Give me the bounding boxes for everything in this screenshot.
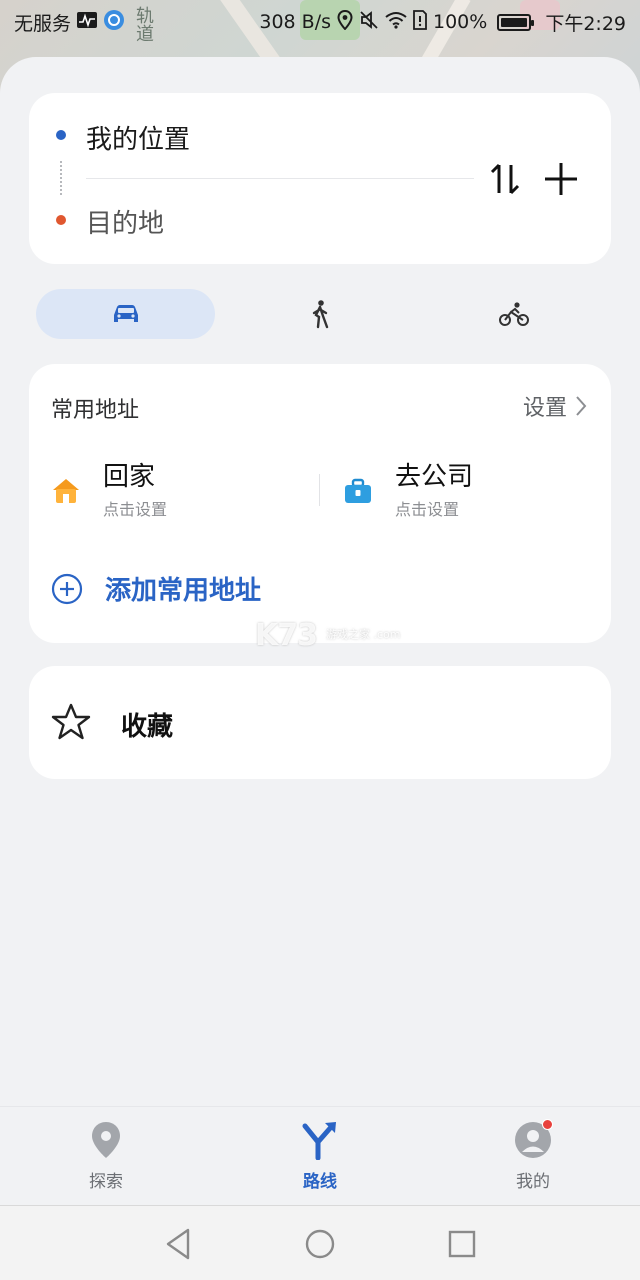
battery-fill bbox=[501, 17, 528, 27]
home-icon bbox=[53, 479, 79, 503]
favorites-label: 收藏 bbox=[121, 712, 174, 742]
bike-icon bbox=[499, 302, 529, 326]
tab-drive[interactable] bbox=[36, 289, 215, 339]
status-left: 无服务 bbox=[14, 9, 125, 36]
notification-badge bbox=[542, 1119, 553, 1130]
origin-dot bbox=[56, 130, 66, 140]
recents-button[interactable] bbox=[444, 1226, 480, 1262]
destination-input[interactable]: 目的地 bbox=[86, 203, 164, 240]
car-icon bbox=[113, 305, 138, 322]
nav-mine-icon-wrap bbox=[513, 1119, 553, 1161]
nav-mine-label: 我的 bbox=[516, 1172, 550, 1192]
address-separator bbox=[319, 474, 320, 506]
origin-input[interactable]: 我的位置 bbox=[86, 119, 190, 156]
work-address-item[interactable]: 去公司 点击设置 bbox=[343, 456, 593, 526]
address-settings-label: 设置 bbox=[522, 396, 567, 421]
mute-icon bbox=[359, 10, 379, 35]
watermark-subtext: 游戏之家 .com bbox=[326, 628, 401, 641]
briefcase-icon bbox=[345, 478, 371, 503]
add-common-address-label: 添加常用地址 bbox=[105, 576, 262, 606]
add-common-address-button[interactable]: 添加常用地址 bbox=[51, 570, 261, 607]
home-circle-icon bbox=[305, 1229, 335, 1259]
star-icon bbox=[51, 703, 91, 740]
status-bar: 无服务 308 B/s 100% 下午2:29 bbox=[0, 0, 640, 44]
recents-square-icon bbox=[448, 1230, 476, 1258]
chevron-right-icon bbox=[576, 396, 587, 416]
battery-text: 100% bbox=[433, 11, 488, 33]
favorites-card[interactable]: 收藏 bbox=[29, 666, 611, 779]
bottom-navigation: 探索 路线 我的 bbox=[0, 1106, 640, 1206]
nav-route-label: 路线 bbox=[303, 1172, 337, 1192]
home-subtitle: 点击设置 bbox=[103, 500, 168, 519]
wifi-icon bbox=[385, 11, 407, 34]
back-button[interactable] bbox=[160, 1226, 196, 1262]
work-title: 去公司 bbox=[395, 462, 474, 492]
plus-icon bbox=[545, 163, 577, 195]
add-waypoint-button[interactable] bbox=[541, 157, 581, 201]
address-settings-button[interactable]: 设置 bbox=[523, 390, 587, 422]
common-address-title: 常用地址 bbox=[51, 398, 140, 423]
back-triangle-icon bbox=[166, 1228, 190, 1260]
common-address-card: 常用地址 设置 回家 点击设置 去公司 点击设置 添加常用地址 bbox=[29, 364, 611, 643]
tab-walk[interactable] bbox=[230, 289, 410, 339]
location-pin-icon bbox=[92, 1122, 120, 1158]
network-speed: 308 B/s bbox=[259, 11, 331, 33]
bottom-sheet: 我的位置 目的地 常用地址 设置 回家 点击设置 去公司 点击设置 添加常用地址… bbox=[0, 57, 640, 1205]
transport-mode-tabs bbox=[36, 289, 604, 339]
home-button[interactable] bbox=[302, 1226, 338, 1262]
walk-icon bbox=[312, 300, 329, 329]
sim-alert-icon bbox=[413, 9, 427, 35]
app-notification-icon bbox=[103, 9, 125, 36]
clock-time: 下午2:29 bbox=[545, 12, 626, 35]
battery-icon bbox=[497, 13, 535, 31]
status-right: 308 B/s 100% 下午2:29 bbox=[259, 9, 626, 36]
swap-icon bbox=[490, 163, 520, 195]
work-subtitle: 点击设置 bbox=[395, 500, 460, 519]
nav-explore-label: 探索 bbox=[89, 1172, 123, 1192]
destination-dot bbox=[56, 215, 66, 225]
nav-mine[interactable]: 我的 bbox=[478, 1119, 588, 1192]
carrier-text: 无服务 bbox=[14, 12, 72, 35]
route-divider bbox=[86, 178, 474, 179]
activity-icon bbox=[77, 11, 98, 34]
nav-explore-icon-wrap bbox=[86, 1119, 126, 1161]
route-input-card: 我的位置 目的地 bbox=[29, 93, 611, 264]
nav-route[interactable]: 路线 bbox=[265, 1119, 375, 1192]
nav-explore[interactable]: 探索 bbox=[51, 1119, 161, 1192]
location-status-icon bbox=[337, 9, 353, 35]
nav-route-icon-wrap bbox=[300, 1119, 340, 1161]
home-address-item[interactable]: 回家 点击设置 bbox=[51, 456, 311, 526]
swap-route-button[interactable] bbox=[485, 157, 525, 201]
home-title: 回家 bbox=[103, 462, 156, 492]
tab-bike[interactable] bbox=[424, 289, 604, 339]
route-connector bbox=[60, 161, 62, 195]
watermark-logo: K73 bbox=[255, 618, 318, 653]
route-icon bbox=[302, 1122, 336, 1160]
system-navigation-bar bbox=[0, 1205, 640, 1280]
add-circle-icon bbox=[51, 573, 83, 604]
